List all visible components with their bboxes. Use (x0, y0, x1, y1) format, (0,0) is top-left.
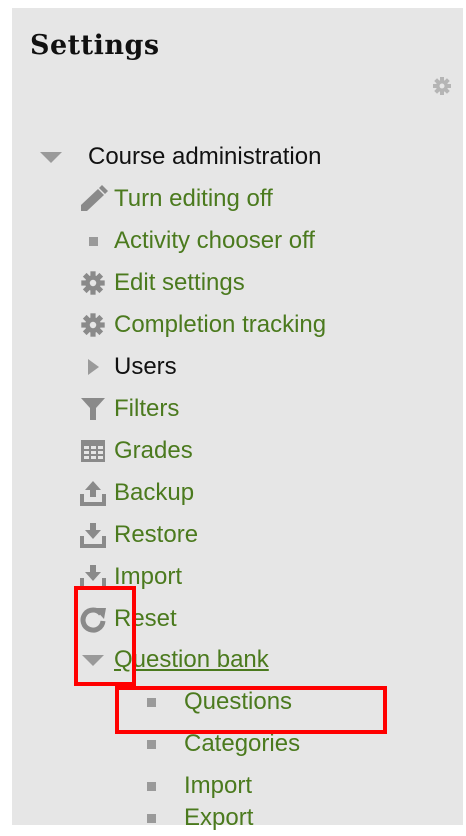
qb-import-link[interactable]: Import (136, 768, 252, 804)
backup-link[interactable]: Backup (78, 475, 194, 511)
qb-import-label: Import (184, 772, 253, 799)
activity-chooser-off-label: Activity chooser off (114, 227, 315, 254)
pencil-icon (78, 184, 108, 214)
restore-link[interactable]: Restore (78, 517, 198, 553)
highlight-box-question-bank-toggle (74, 586, 136, 686)
triangle-down-icon (36, 142, 66, 172)
upload-icon (78, 478, 108, 508)
grades-table-icon (78, 436, 108, 466)
turn-editing-off-label: Turn editing off (114, 185, 273, 212)
triangle-right-icon (78, 352, 108, 382)
filter-icon (78, 394, 108, 424)
bullet-icon (136, 771, 166, 801)
activity-chooser-off-link[interactable]: Activity chooser off (78, 223, 315, 259)
grades-label: Grades (114, 437, 193, 464)
question-bank-label: Question bank (114, 646, 269, 673)
block-title: Settings (30, 30, 160, 61)
gear-icon[interactable] (432, 76, 452, 96)
backup-label: Backup (114, 479, 195, 506)
course-administration-label: Course administration (88, 143, 322, 170)
qb-export-label: Export (184, 804, 254, 831)
users-node[interactable]: Users (78, 349, 177, 385)
bullet-icon (78, 226, 108, 256)
filters-link[interactable]: Filters (78, 391, 179, 427)
completion-tracking-link[interactable]: Completion tracking (78, 307, 326, 343)
filters-label: Filters (114, 395, 180, 422)
restore-label: Restore (114, 521, 199, 548)
bullet-icon (136, 803, 166, 833)
categories-label: Categories (184, 730, 301, 757)
gear-icon (78, 310, 108, 340)
qb-export-link[interactable]: Export (136, 800, 253, 836)
turn-editing-off-link[interactable]: Turn editing off (78, 181, 273, 217)
grades-link[interactable]: Grades (78, 433, 193, 469)
course-administration-node[interactable]: Course administration (36, 139, 321, 175)
edit-settings-link[interactable]: Edit settings (78, 265, 245, 301)
highlight-box-questions (115, 686, 387, 734)
edit-settings-label: Edit settings (114, 269, 245, 296)
download-icon (78, 520, 108, 550)
users-label: Users (114, 353, 177, 380)
gear-icon (78, 268, 108, 298)
completion-tracking-label: Completion tracking (114, 311, 327, 338)
